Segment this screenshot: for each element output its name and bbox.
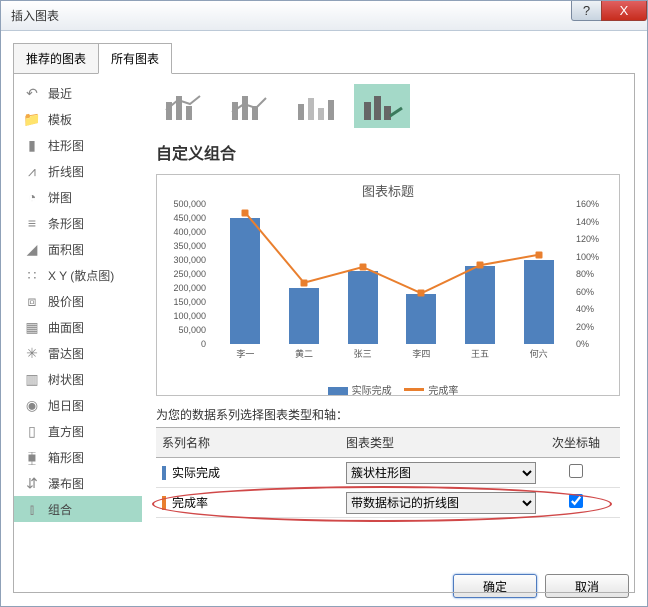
- line-point: [535, 251, 542, 258]
- secondary-axis-checkbox[interactable]: [569, 464, 583, 478]
- sidebar-item-2[interactable]: ▮柱形图: [14, 132, 142, 158]
- header-chart-type: 图表类型: [346, 434, 546, 451]
- window-title: 插入图表: [11, 7, 59, 24]
- sidebar-item-12[interactable]: ◉旭日图: [14, 392, 142, 418]
- line-point: [301, 279, 308, 286]
- sidebar-item-7[interactable]: ∷X Y (散点图): [14, 262, 142, 288]
- sidebar-icon: ⇵: [24, 475, 40, 491]
- sidebar-item-5[interactable]: ≡条形图: [14, 210, 142, 236]
- sidebar-item-3[interactable]: ⩘折线图: [14, 158, 142, 184]
- series-name: 完成率: [172, 494, 208, 511]
- sidebar-item-11[interactable]: ▥树状图: [14, 366, 142, 392]
- sidebar-icon: ⫾: [24, 501, 40, 517]
- title-bar: 插入图表 ? X: [1, 1, 647, 31]
- sidebar-icon: ≡: [24, 215, 40, 231]
- sidebar-item-15[interactable]: ⇵瀑布图: [14, 470, 142, 496]
- sidebar-icon: ✳: [24, 345, 40, 361]
- sidebar-icon: ⧈: [24, 293, 40, 309]
- line-point: [477, 262, 484, 269]
- sidebar-icon: ◔: [24, 189, 40, 205]
- sidebar-icon: ▦: [24, 319, 40, 335]
- series-prompt: 为您的数据系列选择图表类型和轴：: [156, 406, 620, 423]
- sidebar-item-1[interactable]: 📁模板: [14, 106, 142, 132]
- sidebar-item-14[interactable]: ⧯箱形图: [14, 444, 142, 470]
- help-button[interactable]: ?: [571, 1, 601, 21]
- sidebar-icon: ⧯: [24, 449, 40, 465]
- sidebar-item-13[interactable]: ▯直方图: [14, 418, 142, 444]
- sidebar-item-6[interactable]: ◢面积图: [14, 236, 142, 262]
- sidebar-item-16[interactable]: ⫾组合: [14, 496, 142, 522]
- tab-all[interactable]: 所有图表: [98, 43, 172, 74]
- combo-subtype-1[interactable]: [156, 84, 212, 128]
- section-title: 自定义组合: [156, 140, 620, 164]
- line-point: [359, 264, 366, 271]
- close-button[interactable]: X: [601, 1, 647, 21]
- combo-subtype-2[interactable]: [222, 84, 278, 128]
- sidebar-icon: ∷: [24, 267, 40, 283]
- sidebar-icon: ▥: [24, 371, 40, 387]
- chart-category-sidebar: ↶最近📁模板▮柱形图⩘折线图◔饼图≡条形图◢面积图∷X Y (散点图)⧈股价图▦…: [14, 74, 142, 592]
- sidebar-icon: ◢: [24, 241, 40, 257]
- chart-type-select[interactable]: 簇状柱形图: [346, 462, 536, 484]
- series-marker: [162, 466, 166, 480]
- series-row: 实际完成 簇状柱形图: [156, 458, 620, 488]
- sidebar-item-8[interactable]: ⧈股价图: [14, 288, 142, 314]
- sidebar-item-10[interactable]: ✳雷达图: [14, 340, 142, 366]
- line-point: [418, 290, 425, 297]
- sidebar-icon: ▮: [24, 137, 40, 153]
- header-series-name: 系列名称: [156, 434, 346, 451]
- chart-preview: 图表标题 050,000100,000150,000200,000250,000…: [156, 174, 620, 396]
- sidebar-icon: 📁: [24, 111, 40, 127]
- combo-subtype-3[interactable]: [288, 84, 344, 128]
- sidebar-item-4[interactable]: ◔饼图: [14, 184, 142, 210]
- tab-recommended[interactable]: 推荐的图表: [13, 43, 99, 74]
- series-row: 完成率 带数据标记的折线图: [156, 488, 620, 518]
- sidebar-icon: ◉: [24, 397, 40, 413]
- sidebar-icon: ▯: [24, 423, 40, 439]
- chart-title: 图表标题: [167, 181, 609, 200]
- line-point: [242, 209, 249, 216]
- combo-subtype-custom[interactable]: [354, 84, 410, 128]
- header-secondary-axis: 次坐标轴: [546, 434, 606, 451]
- chart-type-select[interactable]: 带数据标记的折线图: [346, 492, 536, 514]
- series-name: 实际完成: [172, 464, 220, 481]
- series-table: 系列名称 图表类型 次坐标轴 实际完成 簇状柱形图完成率 带数据标记的折线图: [156, 427, 620, 518]
- chart-legend: 实际完成 完成率: [167, 382, 609, 397]
- sidebar-icon: ⩘: [24, 163, 40, 179]
- secondary-axis-checkbox[interactable]: [569, 494, 583, 508]
- sidebar-item-9[interactable]: ▦曲面图: [14, 314, 142, 340]
- sidebar-item-0[interactable]: ↶最近: [14, 80, 142, 106]
- series-marker: [162, 496, 166, 510]
- sidebar-icon: ↶: [24, 85, 40, 101]
